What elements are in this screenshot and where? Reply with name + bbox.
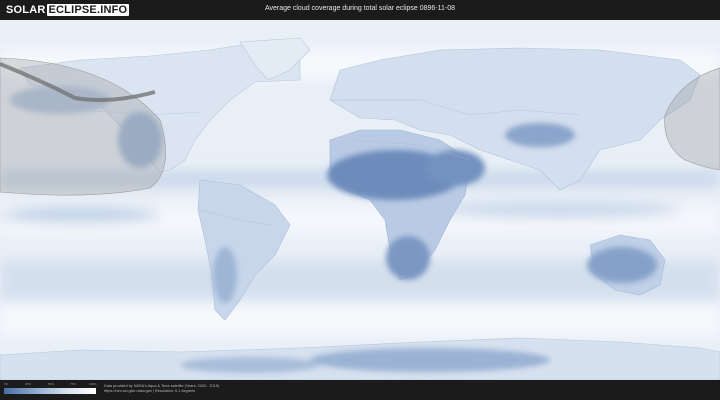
legend-tick: 100%: [89, 382, 97, 386]
cloud-coverage-legend: [4, 388, 96, 394]
legend-tick: 0%: [4, 382, 9, 386]
data-credit: Data provided by NASA's Aqua & Terra sat…: [104, 384, 219, 394]
legend-tick: 50%: [48, 382, 55, 386]
legend-tick: 75%: [70, 382, 77, 386]
page-title: Average cloud coverage during total sola…: [264, 5, 456, 12]
header-bar: SOLAR ECLIPSE.INFO Average cloud coverag…: [0, 0, 720, 20]
cloud-coverage-map[interactable]: [0, 20, 720, 380]
credit-line-2[interactable]: https://neo.sci.gsfc.nasa.gov | Resoluti…: [104, 389, 219, 394]
footer-bar: 0% 25% 50% 75% 100% Data provided by NAS…: [0, 380, 720, 400]
legend-tick: 25%: [25, 382, 32, 386]
